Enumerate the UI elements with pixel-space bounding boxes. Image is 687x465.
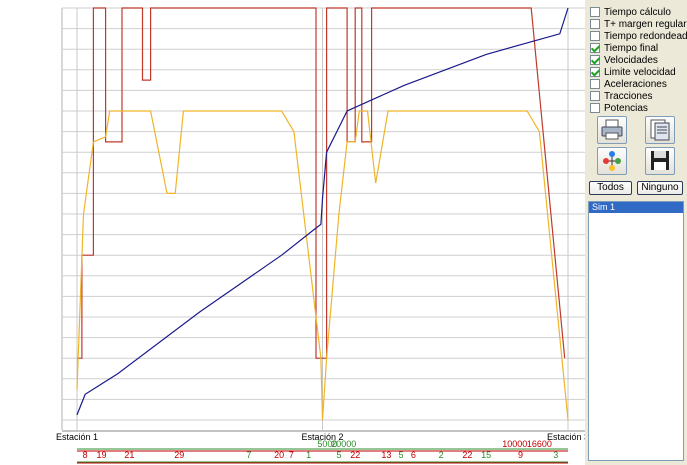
graph-icon — [603, 151, 621, 171]
segment-label: 22 — [462, 450, 472, 460]
checkbox[interactable] — [590, 19, 600, 29]
segment-label: 1 — [306, 450, 311, 460]
option-margen-regularidad[interactable]: T+ margen regularidad — [590, 18, 687, 30]
segment-label: 9 — [518, 450, 523, 460]
save-icon — [651, 151, 669, 170]
option-label: Tiempo final — [604, 42, 659, 54]
option-tiempo-calculo[interactable]: Tiempo cálculo — [590, 6, 671, 18]
segment-label: 29 — [174, 450, 184, 460]
option-label: Limite velocidad — [604, 66, 676, 78]
red-limit-label: 16600 — [527, 439, 552, 449]
station-label: Estación 1 — [56, 432, 98, 442]
list-item[interactable]: Sim 1 — [589, 202, 683, 213]
simulation-list[interactable]: Sim 1 — [588, 201, 684, 461]
options-panel: Tiempo cálculo T+ margen regularidad Tie… — [585, 0, 687, 465]
option-label: Tracciones — [604, 90, 653, 102]
segment-label: 5 — [336, 450, 341, 460]
report-button[interactable] — [645, 116, 675, 144]
segment-label: 7 — [289, 450, 294, 460]
segment-label: 13 — [381, 450, 391, 460]
checkbox[interactable] — [590, 79, 600, 89]
option-limite-velocidad[interactable]: Limite velocidad — [590, 66, 676, 78]
segment-label: 15 — [481, 450, 491, 460]
option-label: Tiempo redondeado — [604, 30, 687, 42]
option-label: Potencias — [604, 102, 648, 114]
option-label: Velocidades — [604, 54, 658, 66]
checkbox[interactable] — [590, 103, 600, 113]
checkbox[interactable] — [590, 91, 600, 101]
segment-label: 2 — [439, 450, 444, 460]
checkbox[interactable] — [590, 67, 600, 77]
save-button[interactable] — [645, 147, 675, 175]
checkbox[interactable] — [590, 31, 600, 41]
segment-label: 3 — [553, 450, 558, 460]
option-potencias[interactable]: Potencias — [590, 102, 648, 114]
segment-label: 20 — [274, 450, 284, 460]
checkbox[interactable] — [590, 43, 600, 53]
segment-label: 5 — [399, 450, 404, 460]
chart-area: Estación 1 Estación 2 Estación 3 20000 5000 1… — [0, 0, 585, 465]
option-tracciones[interactable]: Tracciones — [590, 90, 653, 102]
graph-button[interactable] — [597, 147, 627, 175]
option-label: Tiempo cálculo — [604, 6, 671, 18]
print-button[interactable] — [597, 116, 627, 144]
segment-label: 22 — [350, 450, 360, 460]
todos-button[interactable]: Todos — [589, 181, 632, 195]
option-tiempo-redondeado[interactable]: Tiempo redondeado — [590, 30, 687, 42]
station-label: Estación 3 — [547, 432, 585, 442]
option-label: Aceleraciones — [604, 78, 667, 90]
segment-label: 21 — [124, 450, 134, 460]
checkbox[interactable] — [590, 55, 600, 65]
option-tiempo-final[interactable]: Tiempo final — [590, 42, 658, 54]
checkbox[interactable] — [590, 7, 600, 17]
segment-label: 19 — [97, 450, 107, 460]
ninguno-button[interactable]: Ninguno — [637, 181, 683, 195]
segment-label: 7 — [246, 450, 251, 460]
segment-label: 8 — [83, 450, 88, 460]
green-limit-label: 5000 — [317, 439, 337, 449]
speed-time-chart: Estación 1 Estación 2 Estación 3200005000 1… — [56, 7, 585, 464]
red-limit-label: 10000 — [502, 439, 527, 449]
option-aceleraciones[interactable]: Aceleraciones — [590, 78, 667, 90]
report-icon — [650, 119, 670, 141]
segment-label: 6 — [411, 450, 416, 460]
option-label: T+ margen regularidad — [604, 18, 687, 30]
printer-icon — [601, 119, 623, 140]
series-line-red — [77, 7, 566, 359]
option-velocidades[interactable]: Velocidades — [590, 54, 658, 66]
